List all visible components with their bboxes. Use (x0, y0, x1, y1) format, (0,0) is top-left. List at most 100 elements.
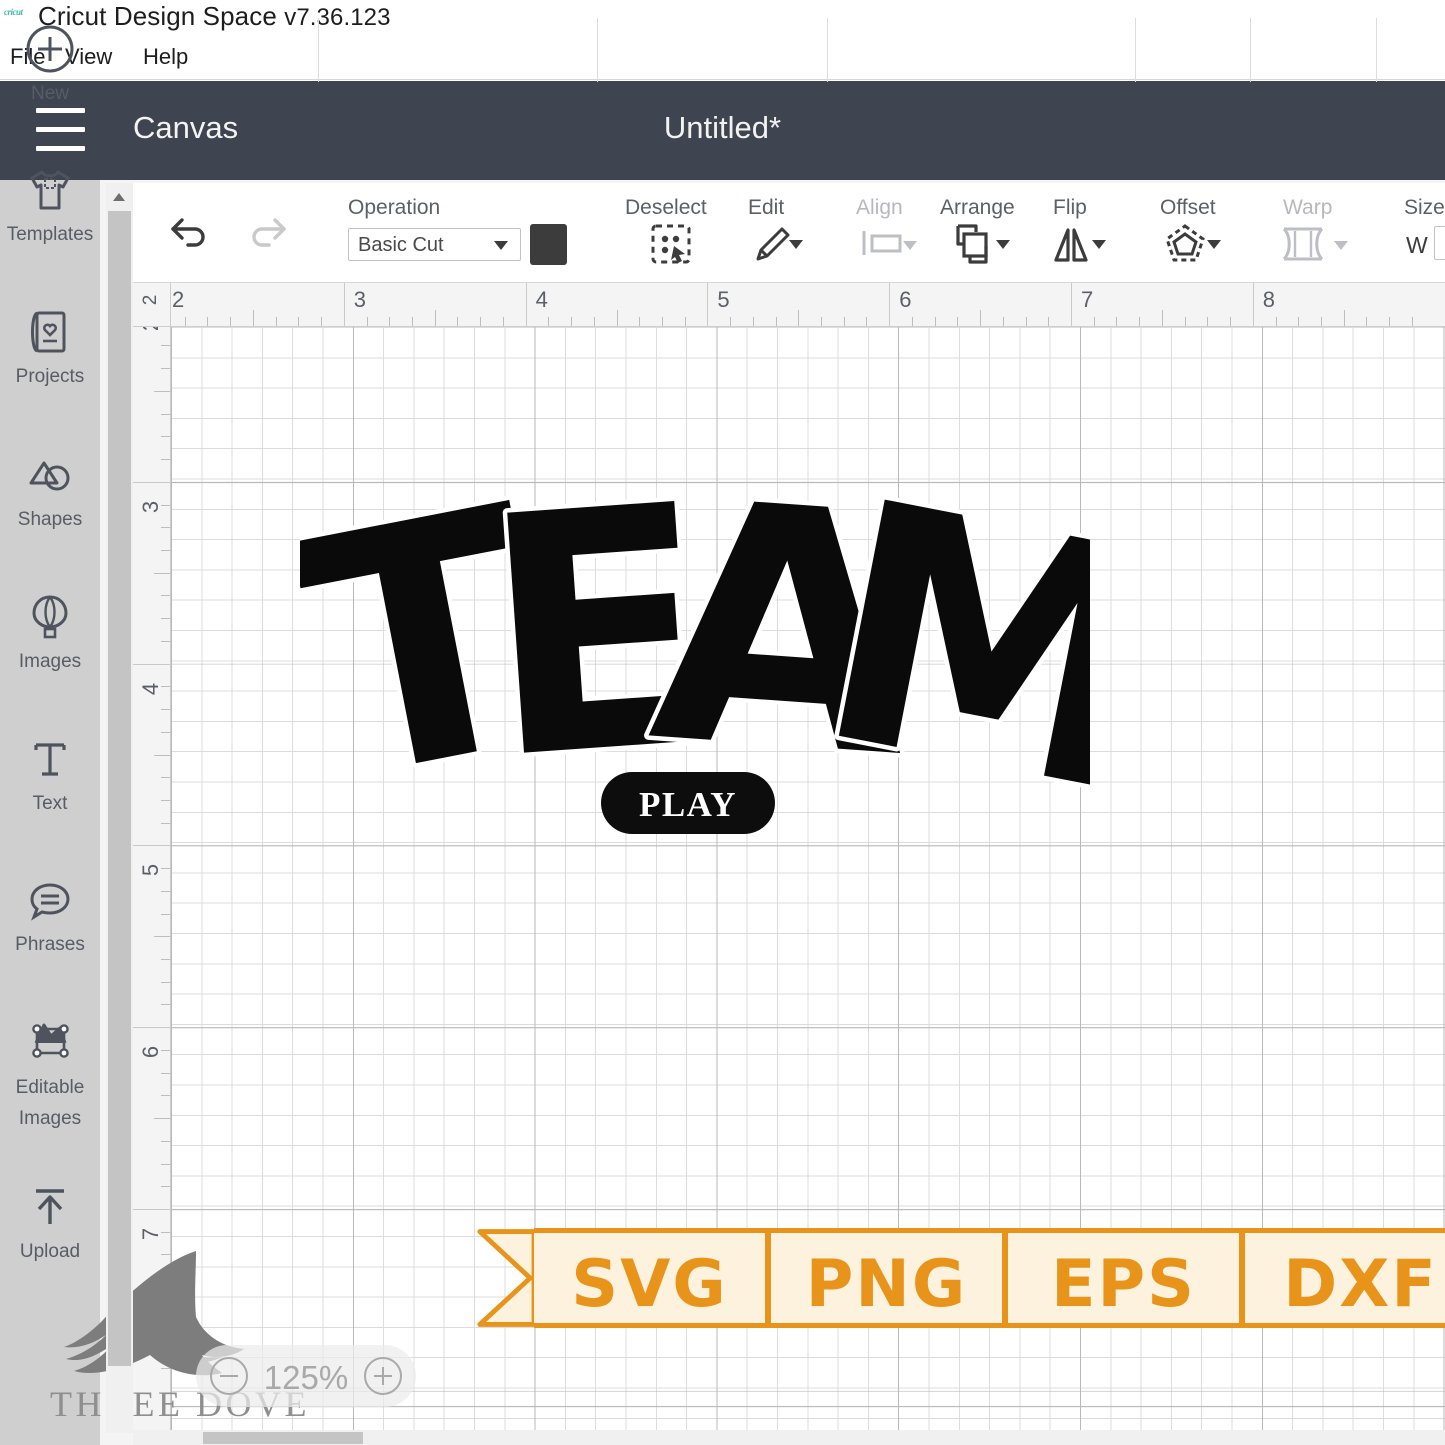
sidebar-item-editable-images[interactable]: Editable Images (0, 1012, 100, 1134)
sidebar-label-text: Text (32, 793, 68, 814)
ruler-minor-tick (480, 317, 482, 326)
node-path-icon (32, 1023, 69, 1058)
flip-label: Flip (1053, 196, 1087, 219)
sidebar-item-text[interactable]: Text (0, 732, 100, 816)
play-badge[interactable]: PLAY (601, 772, 775, 834)
upload-arrow-icon (36, 1189, 64, 1224)
undo-button[interactable] (168, 212, 212, 257)
ruler-minor-tick (730, 317, 732, 326)
ruler-major-line (133, 663, 170, 665)
sidebar-item-new[interactable]: New (0, 22, 100, 106)
offset-chevron-down-icon[interactable] (1207, 240, 1221, 249)
ruler-major-line (1071, 283, 1072, 326)
ruler-minor-tick (154, 390, 170, 392)
toolbar-divider (827, 18, 828, 82)
ruler-corner-value: 2 (140, 294, 161, 306)
sidebar-item-projects[interactable]: Projects (0, 305, 100, 389)
ruler-minor-tick (207, 317, 209, 326)
ruler-minor-tick (821, 317, 823, 326)
ruler-minor-tick (1139, 317, 1141, 326)
warp-button[interactable] (1278, 226, 1328, 267)
edit-chevron-down-icon[interactable] (789, 240, 803, 249)
menu-item-help[interactable]: Help (143, 44, 188, 70)
banner-format-svg: SVG (534, 1228, 765, 1328)
ruler-minor-tick (1389, 317, 1391, 326)
sidebar-item-images[interactable]: Images (0, 590, 100, 674)
ruler-minor-tick (161, 345, 170, 347)
arrange-button[interactable] (950, 222, 994, 271)
banner-format-label: PNG (805, 1247, 968, 1322)
horizontal-scrollbar-thumb[interactable] (203, 1432, 363, 1444)
deselect-button[interactable] (649, 222, 693, 271)
vertical-scrollbar[interactable] (106, 183, 133, 1433)
color-swatch-button[interactable] (530, 224, 567, 265)
ruler-tick-label: 5 (717, 287, 730, 312)
size-label: Size (1404, 196, 1445, 219)
sidebar-label-editable-images: Editable Images (15, 1077, 85, 1129)
redo-button[interactable] (245, 212, 289, 257)
ruler-minor-tick (548, 317, 550, 326)
ruler-minor-tick (1343, 310, 1345, 326)
scroll-up-arrow-icon[interactable] (106, 183, 133, 209)
align-label: Align (856, 196, 903, 219)
ruler-minor-tick (866, 317, 868, 326)
ruler-minor-tick (252, 310, 254, 326)
vertical-scrollbar-thumb[interactable] (108, 211, 131, 1366)
deselect-icon (651, 224, 691, 264)
align-chevron-down-icon[interactable] (903, 241, 917, 250)
ruler-minor-tick (571, 317, 573, 326)
ruler-tick-label: 3 (353, 287, 367, 312)
ruler-minor-tick (161, 1345, 170, 1347)
ruler-tick-label: 7 (138, 1227, 163, 1241)
sidebar-label-templates: Templates (6, 224, 94, 245)
hot-air-balloon-icon (32, 595, 68, 639)
arrange-chevron-down-icon[interactable] (996, 240, 1010, 249)
ruler-minor-tick (161, 459, 170, 461)
ruler-major-line (525, 283, 527, 326)
ruler-minor-tick (161, 595, 170, 597)
edit-button[interactable] (752, 224, 792, 269)
ruler-minor-tick (1230, 317, 1232, 326)
align-button[interactable] (860, 228, 906, 263)
ruler-minor-tick (161, 1186, 170, 1188)
ruler-minor-tick (798, 310, 800, 326)
ruler-minor-tick (1025, 317, 1027, 326)
ruler-minor-tick (161, 1277, 170, 1279)
sidebar-item-templates[interactable]: Templates (0, 163, 100, 247)
ruler-minor-tick (161, 504, 170, 506)
warp-label: Warp (1283, 196, 1333, 219)
ruler-minor-tick (1298, 317, 1300, 326)
banner-format-label: SVG (571, 1247, 728, 1322)
banner-format-png: PNG (771, 1228, 1002, 1328)
redo-icon (252, 218, 286, 247)
ruler-minor-tick (752, 317, 754, 326)
document-title[interactable]: Untitled* (0, 110, 1445, 146)
flip-icon (1054, 228, 1088, 262)
arrange-label: Arrange (940, 196, 1015, 219)
offset-button[interactable] (1163, 222, 1207, 271)
pencil-icon (756, 227, 790, 261)
operation-select[interactable]: Basic Cut (348, 228, 521, 261)
size-width-input[interactable] (1434, 226, 1445, 260)
toolbar-divider (597, 18, 598, 82)
ruler-minor-tick (298, 317, 300, 326)
ruler-major-line (133, 1027, 170, 1029)
zoom-in-button[interactable] (364, 1357, 402, 1395)
speech-bubble-icon (30, 883, 70, 921)
sidebar-item-phrases[interactable]: Phrases (0, 873, 100, 957)
ruler-minor-tick (161, 1049, 170, 1051)
toolbar-divider (1135, 18, 1136, 82)
warp-chevron-down-icon[interactable] (1334, 241, 1348, 250)
ruler-minor-tick (161, 799, 170, 801)
ruler-minor-tick (775, 317, 777, 326)
ruler-minor-tick (1207, 317, 1209, 326)
ruler-minor-tick (161, 959, 170, 961)
flip-chevron-down-icon[interactable] (1092, 240, 1106, 249)
ruler-minor-tick (154, 1299, 170, 1301)
flip-button[interactable] (1050, 222, 1094, 271)
banner-format-label: EPS (1051, 1247, 1196, 1322)
sidebar-item-upload[interactable]: Upload (0, 1180, 100, 1264)
ruler-minor-tick (843, 317, 845, 326)
horizontal-scrollbar[interactable] (133, 1430, 1445, 1445)
sidebar-item-shapes[interactable]: Shapes (0, 448, 100, 532)
